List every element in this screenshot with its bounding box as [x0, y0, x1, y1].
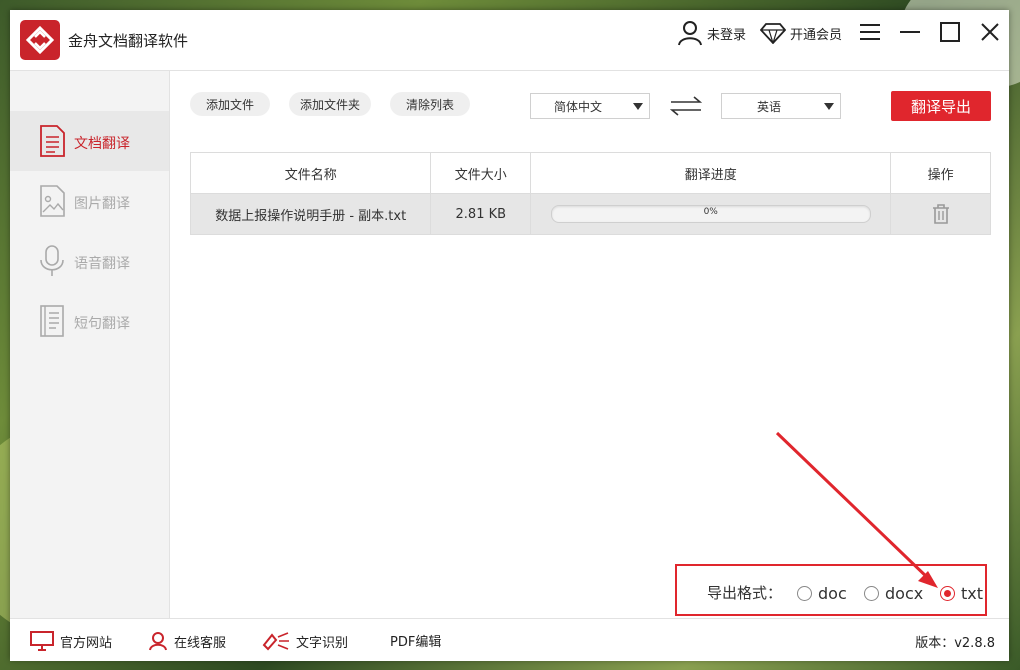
sidebar-item-label: 短句翻译	[74, 316, 130, 332]
sidebar-item-voice-translate[interactable]: 语音翻译	[10, 231, 169, 291]
minimize-button[interactable]	[895, 18, 925, 46]
trash-icon[interactable]	[932, 204, 950, 224]
file-name-cell: 数据上报操作说明手册 - 副本.txt	[191, 194, 432, 234]
pdf-edit-label: PDF编辑	[390, 635, 442, 650]
format-option-label: docx	[885, 584, 924, 603]
header-file-size: 文件大小	[431, 153, 532, 193]
chevron-down-icon	[824, 103, 834, 110]
action-cell	[891, 194, 990, 234]
diamond-icon	[760, 23, 786, 44]
file-size-cell: 2.81 KB	[431, 194, 532, 234]
user-icon	[678, 21, 702, 46]
official-website-link[interactable]: 官方网站	[30, 631, 112, 651]
sidebar-item-label: 语音翻译	[74, 256, 130, 272]
target-language-value: 英语	[756, 100, 781, 114]
swap-languages-icon[interactable]	[670, 96, 702, 116]
progress-bar: 0%	[550, 205, 871, 223]
add-folder-button[interactable]: 添加文件夹	[289, 92, 371, 116]
app-logo	[20, 20, 60, 60]
sidebar-item-label: 文档翻译	[74, 136, 130, 152]
image-icon	[40, 185, 65, 217]
radio-icon	[864, 586, 879, 601]
export-format-box: 导出格式： doc docx txt	[675, 564, 987, 616]
table-row[interactable]: 数据上报操作说明手册 - 副本.txt 2.81 KB 0%	[191, 194, 990, 234]
radio-icon	[797, 586, 812, 601]
text-recognition-label: 文字识别	[296, 635, 349, 651]
online-service-link[interactable]: 在线客服	[148, 631, 226, 651]
header-action: 操作	[927, 167, 954, 183]
target-language-select[interactable]: 英语	[721, 93, 841, 119]
progress-cell: 0%	[531, 194, 892, 234]
title-bar: 金舟文档翻译软件 未登录 开通会员	[10, 10, 1009, 71]
hamburger-icon	[860, 24, 880, 40]
official-website-label: 官方网站	[60, 635, 113, 651]
sidebar-item-image-translate[interactable]: 图片翻译	[10, 171, 169, 231]
chevron-down-icon	[633, 103, 643, 110]
sidebar-item-label: 图片翻译	[74, 196, 130, 212]
clear-list-button[interactable]: 清除列表	[390, 92, 470, 116]
sidebar-item-sentence-translate[interactable]: 短句翻译	[10, 291, 169, 351]
format-radio-docx[interactable]: docx	[864, 584, 923, 603]
login-button[interactable]: 未登录	[677, 18, 746, 48]
sidebar: 文档翻译 图片翻译 语音翻译 短句翻译	[10, 71, 170, 618]
app-window: 金舟文档翻译软件 未登录 开通会员 文档翻译 图片翻译 语音翻译 短句翻译 添加…	[10, 10, 1009, 661]
login-label: 未登录	[707, 27, 747, 43]
maximize-button[interactable]	[935, 18, 965, 46]
translate-export-button[interactable]: 翻译导出	[891, 91, 991, 121]
ocr-icon	[262, 632, 289, 651]
menu-button[interactable]	[855, 18, 885, 46]
vip-label: 开通会员	[790, 27, 843, 43]
close-icon	[981, 23, 999, 41]
add-file-button[interactable]: 添加文件	[190, 92, 270, 116]
table-header-row: 文件名称 文件大小 翻译进度 操作	[191, 153, 990, 194]
close-button[interactable]	[975, 18, 1005, 46]
app-title: 金舟文档翻译软件	[68, 32, 189, 50]
source-language-select[interactable]: 简体中文	[530, 93, 650, 119]
export-format-label: 导出格式：	[707, 584, 783, 602]
text-recognition-link[interactable]: 文字识别	[262, 631, 348, 651]
format-radio-doc[interactable]: doc	[797, 584, 847, 603]
document-icon	[40, 125, 65, 157]
version-label: 版本：v2.8.8	[915, 636, 995, 651]
monitor-icon	[30, 631, 54, 651]
online-service-label: 在线客服	[174, 635, 227, 651]
progress-label: 0%	[703, 207, 718, 217]
format-radio-txt[interactable]: txt	[940, 584, 983, 603]
footer: 官方网站 在线客服 文字识别 PDF编辑 版本：v2.8.8	[10, 618, 1009, 661]
vip-button[interactable]: 开通会员	[760, 18, 842, 48]
maximize-icon	[940, 22, 960, 42]
pdf-edit-link[interactable]: PDF编辑	[390, 631, 441, 650]
source-language-value: 简体中文	[553, 100, 602, 114]
text-page-icon	[40, 305, 64, 337]
header-progress: 翻译进度	[531, 153, 892, 193]
file-table: 文件名称 文件大小 翻译进度 操作 数据上报操作说明手册 - 副本.txt 2.…	[190, 152, 991, 235]
microphone-icon	[40, 245, 64, 276]
format-option-label: doc	[818, 584, 847, 603]
user-icon	[149, 632, 167, 651]
radio-icon	[940, 586, 955, 601]
format-option-label: txt	[961, 584, 984, 603]
header-file-name: 文件名称	[191, 153, 432, 193]
sidebar-item-document-translate[interactable]: 文档翻译	[10, 111, 169, 171]
minimize-icon	[900, 31, 920, 33]
